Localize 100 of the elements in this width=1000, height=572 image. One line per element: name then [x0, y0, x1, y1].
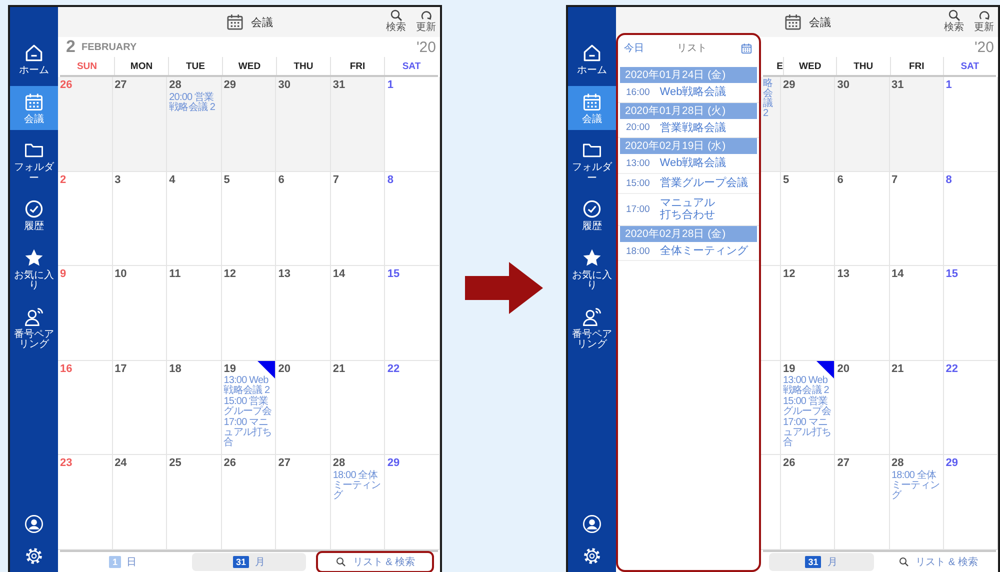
day-cell[interactable]: 24 [112, 455, 168, 550]
day-cell[interactable]: 20 [276, 360, 331, 456]
date-header: 2020年01月24日 (金) [620, 67, 757, 83]
sidebar-item[interactable]: 番号ペアリング [568, 300, 616, 356]
day-cell[interactable]: 29 [222, 77, 276, 172]
day-cell[interactable]: 14 [890, 266, 944, 361]
day-cell[interactable]: 7 [890, 172, 944, 266]
day-cell[interactable]: 15 [385, 266, 440, 361]
day-cell[interactable]: 17 [112, 360, 168, 456]
day-number: 28 [169, 79, 182, 92]
weekday-label: WED [783, 57, 836, 75]
day-number: 27 [278, 457, 291, 470]
day-number: 2 [60, 174, 66, 186]
day-number: 14 [332, 268, 346, 281]
schedule-item[interactable]: 15:00 営業グループ会議 [618, 174, 759, 194]
day-cell[interactable]: 1 [385, 77, 440, 172]
sidebar-item[interactable]: フォルダー [10, 134, 58, 189]
day-cell[interactable]: 6 [835, 172, 890, 266]
day-cell[interactable]: 8 [944, 172, 998, 266]
day-cell[interactable]: 27 [835, 455, 890, 550]
day-cell[interactable]: 27 [112, 77, 168, 172]
day-number: 9 [60, 268, 66, 281]
day-cell[interactable]: 22 [385, 360, 440, 456]
view-tab[interactable]: 31 月 [769, 553, 874, 571]
header-action-button[interactable]: 更新 [414, 8, 438, 33]
day-number: 3 [114, 174, 121, 186]
sidebar-item[interactable]: 会議 [10, 86, 58, 130]
day-number: 7 [892, 174, 898, 186]
date-header: 2020年02月28日 (金) [620, 226, 757, 242]
day-cell[interactable]: 12 [781, 266, 836, 361]
view-tab[interactable]: リスト & 検索 [886, 553, 990, 571]
day-number: 15 [946, 268, 958, 281]
view-tab[interactable]: リスト & 検索 [318, 553, 432, 571]
day-cell[interactable]: 22 [944, 360, 998, 456]
day-number: 1 [387, 79, 394, 92]
day-cell[interactable]: 7 [330, 172, 386, 266]
day-cell[interactable]: 29 [781, 77, 836, 172]
day-cell[interactable]: 3 [112, 172, 168, 266]
day-cell[interactable]: 29 [944, 455, 998, 550]
day-cell[interactable]: 21 [330, 360, 386, 456]
day-cell[interactable]: 8 [385, 172, 440, 266]
event-title: 営業グループ会議 [660, 176, 748, 190]
header-action-button[interactable]: 検索 [942, 8, 966, 33]
sidebar-item[interactable]: 履歴 [568, 193, 616, 238]
day-cell[interactable]: 26 [222, 455, 276, 550]
day-cell[interactable]: 5 [781, 172, 836, 266]
day-cell[interactable]: 30 [276, 77, 331, 172]
day-cell[interactable]: 13 [835, 266, 890, 361]
day-number: 26 [60, 79, 72, 92]
day-cell[interactable]: 28 20:00 営業戦略会議 2 [167, 77, 222, 172]
day-cell[interactable]: 21 [890, 360, 944, 456]
today-link[interactable]: 今日 [624, 41, 644, 55]
day-cell[interactable]: 12 [222, 266, 276, 361]
weekday-label: WED [222, 57, 276, 75]
schedule-item[interactable]: 13:00 Web戦略会議 [618, 154, 759, 174]
date-header: 2020年02月19日 (水) [620, 138, 757, 154]
header-action-button[interactable]: 検索 [384, 8, 408, 33]
day-cell[interactable]: 18 [167, 360, 222, 456]
day-cell[interactable]: 28 18:00 全体ミーティング [330, 455, 386, 550]
day-number: 21 [892, 362, 904, 376]
day-number: 22 [946, 362, 958, 376]
day-number: 29 [783, 79, 796, 92]
day-cell[interactable]: 15 [944, 266, 998, 361]
view-tab[interactable]: 1 日 [66, 553, 180, 571]
sidebar-item[interactable]: 番号ペアリング [10, 300, 58, 356]
day-cell[interactable]: 4 [167, 172, 222, 266]
day-cell[interactable]: 14 [330, 266, 386, 361]
day-cell[interactable]: 5 [222, 172, 276, 266]
day-cell[interactable]: 25 [167, 455, 222, 550]
day-cell[interactable]: 13 [276, 266, 331, 361]
sidebar-item[interactable]: 履歴 [10, 193, 58, 238]
sidebar-item[interactable]: ホーム [568, 37, 616, 82]
sidebar-item[interactable]: フォルダー [568, 134, 616, 189]
schedule-item[interactable]: 18:00 全体ミーティング [618, 242, 759, 262]
day-cell[interactable]: 10 [112, 266, 168, 361]
day-cell[interactable]: 20 [835, 360, 890, 456]
day-cell[interactable]: 27 [276, 455, 331, 550]
day-cell[interactable]: 11 [167, 266, 222, 361]
view-tab[interactable]: 31 月 [192, 553, 306, 571]
day-cell[interactable]: 1 [944, 77, 998, 172]
day-number: 29 [946, 457, 958, 470]
day-cell[interactable]: 26 [781, 455, 836, 550]
day-cell[interactable]: 30 [835, 77, 890, 172]
calendar-page-icon: 31 [805, 556, 822, 568]
sidebar-item[interactable]: お気に入り [568, 242, 616, 296]
year-label: '20 [416, 38, 436, 56]
day-cell[interactable]: 31 [330, 77, 386, 172]
day-number: 8 [387, 174, 394, 186]
sidebar-item[interactable]: お気に入り [10, 242, 58, 296]
weekday-label: THU [836, 57, 890, 75]
day-cell[interactable]: 31 [890, 77, 944, 172]
weekday-label: E [776, 60, 783, 74]
day-number: 22 [387, 362, 400, 376]
day-cell[interactable]: 6 [276, 172, 331, 266]
event-time: 15:00 [626, 178, 650, 189]
day-cell[interactable]: 28 18:00 全体ミーティング [890, 455, 944, 550]
sidebar-item[interactable]: 会議 [568, 86, 616, 130]
sidebar-item[interactable]: ホーム [10, 37, 58, 82]
header-action-button[interactable]: 更新 [972, 8, 996, 33]
day-cell[interactable]: 29 [385, 455, 440, 550]
